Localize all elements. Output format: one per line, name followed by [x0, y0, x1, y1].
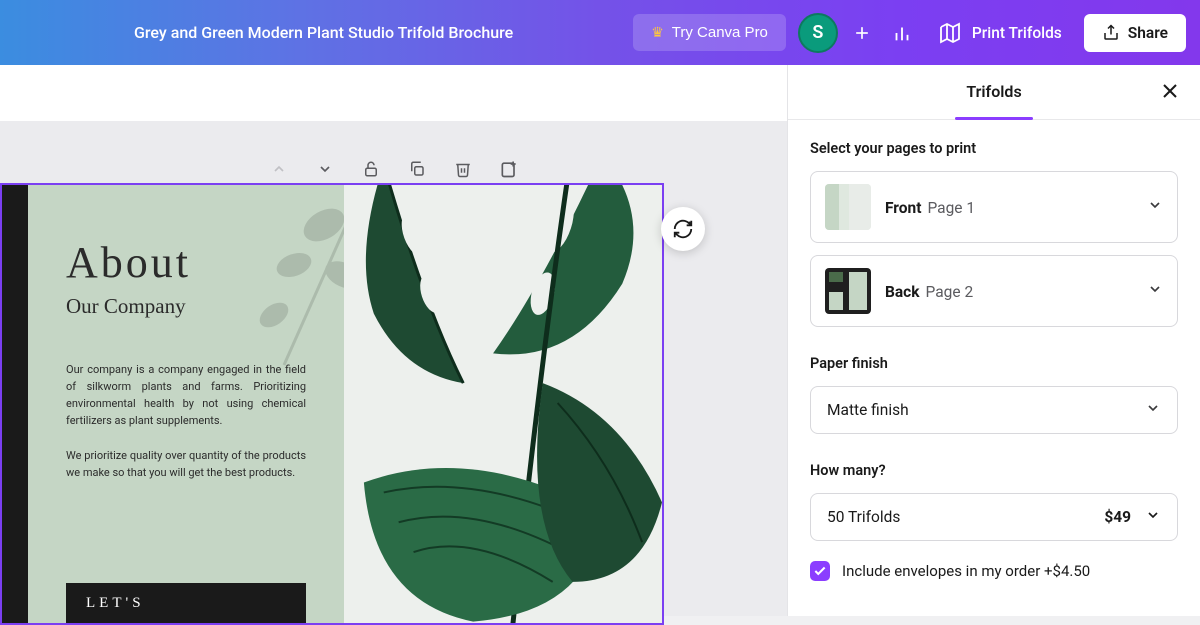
crown-icon: ♛ [651, 24, 664, 41]
paper-finish-value: Matte finish [827, 401, 909, 419]
duplicate-page-button[interactable] [407, 159, 427, 179]
try-canva-pro-button[interactable]: ♛ Try Canva Pro [633, 14, 786, 51]
add-member-button[interactable] [842, 13, 882, 53]
quantity-price: $49 [1104, 508, 1131, 526]
upload-icon [1102, 24, 1120, 42]
app-header: Grey and Green Modern Plant Studio Trifo… [0, 0, 1200, 65]
plus-icon [852, 23, 872, 43]
panel-title: Trifolds [966, 82, 1021, 103]
map-icon [938, 21, 962, 45]
canvas-area: About Our Company Our company is a compa… [0, 65, 787, 616]
chevron-down-icon [1145, 400, 1161, 420]
page-number-label: Page 2 [926, 283, 974, 301]
regenerate-button[interactable] [661, 207, 705, 251]
close-panel-button[interactable] [1158, 79, 1182, 107]
about-paragraph-1: Our company is a company engaged in the … [66, 361, 306, 429]
about-paragraph-2: We prioritize quality over quantity of t… [66, 447, 306, 481]
print-panel: Trifolds Select your pages to print Fron… [787, 65, 1200, 616]
print-trifolds-button[interactable]: Print Trifolds [922, 11, 1078, 55]
share-button[interactable]: Share [1084, 14, 1186, 52]
page-thumbnail-back [825, 268, 871, 314]
design-about-panel: About Our Company Our company is a compa… [28, 185, 344, 623]
bar-chart-icon [891, 22, 913, 44]
envelopes-label: Include envelopes in my order +$4.50 [842, 562, 1090, 580]
chevron-down-icon [1145, 507, 1161, 527]
chevron-down-icon [1147, 281, 1163, 301]
refresh-icon [672, 218, 694, 240]
collapse-down-button[interactable] [315, 159, 335, 179]
collapse-up-button[interactable] [269, 159, 289, 179]
main-area: About Our Company Our company is a compa… [0, 65, 1200, 616]
lock-page-button[interactable] [361, 159, 381, 179]
envelopes-checkbox[interactable] [810, 561, 830, 581]
design-plant-image [344, 185, 662, 623]
how-many-label: How many? [810, 462, 1178, 479]
page-selector-front[interactable]: Front Page 1 [810, 171, 1178, 243]
plant-illustration [344, 185, 662, 623]
delete-page-button[interactable] [453, 159, 473, 179]
page-side-label: Back [885, 283, 920, 301]
chevron-up-icon [271, 161, 287, 177]
paper-finish-label: Paper finish [810, 355, 1178, 372]
paper-finish-select[interactable]: Matte finish [810, 386, 1178, 434]
panel-header: Trifolds [788, 65, 1200, 120]
chevron-down-icon [1147, 197, 1163, 217]
check-icon [813, 564, 827, 578]
quantity-value: 50 Trifolds [827, 508, 900, 526]
page-selector-back[interactable]: Back Page 2 [810, 255, 1178, 327]
panel-body: Select your pages to print Front Page 1 B… [788, 120, 1200, 616]
copy-icon [408, 160, 426, 178]
design-left-strip [2, 185, 28, 623]
unlock-icon [362, 160, 380, 178]
chevron-down-icon [317, 161, 333, 177]
page-number-label: Page 1 [927, 199, 975, 217]
insights-button[interactable] [882, 13, 922, 53]
page-toolbar [269, 159, 519, 179]
select-pages-label: Select your pages to print [810, 140, 1178, 157]
add-page-icon [499, 159, 519, 179]
user-avatar[interactable]: S [798, 13, 838, 53]
quantity-select[interactable]: 50 Trifolds $49 [810, 493, 1178, 541]
envelopes-checkbox-row[interactable]: Include envelopes in my order +$4.50 [810, 561, 1178, 581]
document-title: Grey and Green Modern Plant Studio Trifo… [134, 23, 513, 42]
trash-icon [454, 160, 472, 178]
design-preview[interactable]: About Our Company Our company is a compa… [0, 183, 664, 625]
lets-box: LET'S [66, 583, 306, 623]
page-side-label: Front [885, 199, 921, 217]
page-thumbnail-front [825, 184, 871, 230]
close-icon [1158, 79, 1182, 103]
add-page-button[interactable] [499, 159, 519, 179]
about-subheading: Our Company [66, 294, 306, 319]
about-heading: About [66, 237, 306, 288]
